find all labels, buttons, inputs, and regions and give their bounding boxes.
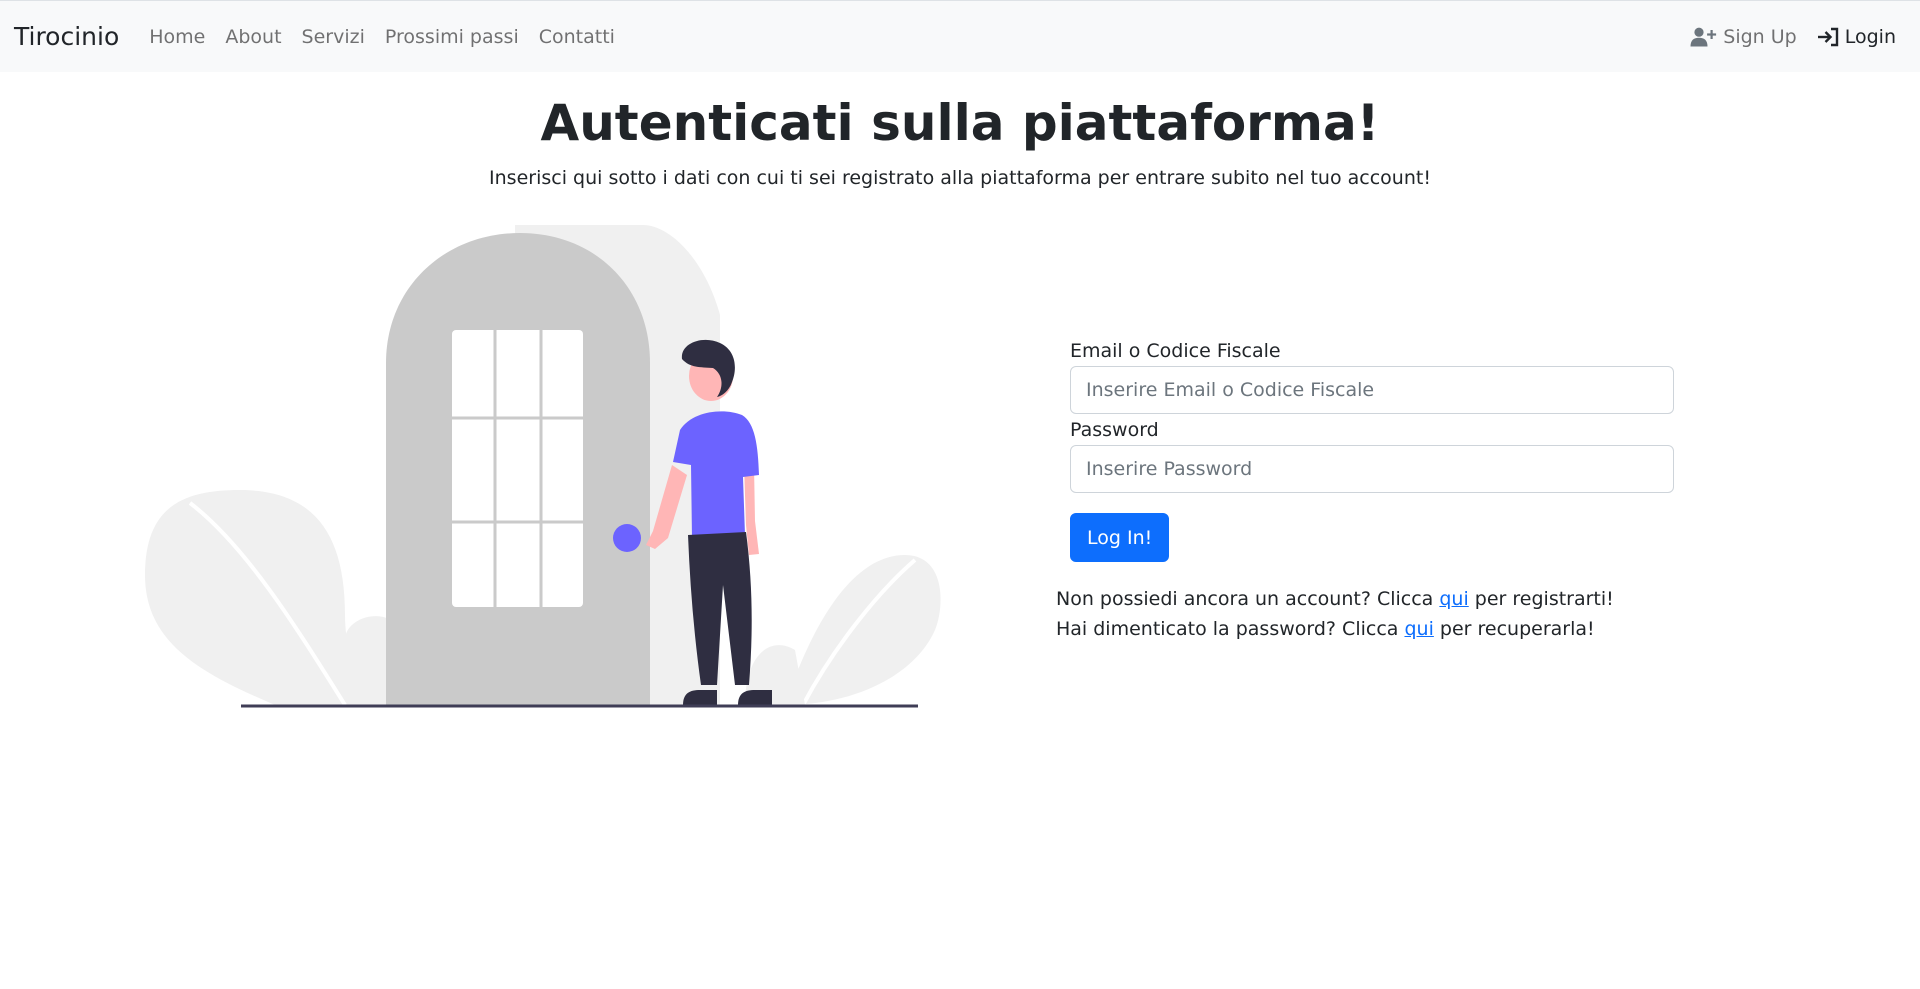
page-title: Autenticati sulla piattaforma! xyxy=(540,94,1380,152)
register-link[interactable]: qui xyxy=(1439,588,1468,610)
page-subtitle: Inserisci qui sotto i dati con cui ti se… xyxy=(489,167,1431,189)
email-label: Email o Codice Fiscale xyxy=(1070,340,1281,362)
nav-auth: Sign Up Login xyxy=(1680,26,1906,48)
nav-link-home[interactable]: Home xyxy=(139,26,215,48)
signup-link[interactable]: Sign Up xyxy=(1680,26,1806,48)
nav-link-prossimi-passi[interactable]: Prossimi passi xyxy=(375,26,529,48)
nav-link-servizi[interactable]: Servizi xyxy=(292,26,375,48)
login-button[interactable]: Log In! xyxy=(1070,513,1170,562)
nav-link-contatti[interactable]: Contatti xyxy=(529,26,625,48)
register-line: Non possiedi ancora un account? Clicca q… xyxy=(1056,584,1614,614)
login-form: Email o Codice Fiscale Password Log In! xyxy=(1070,340,1675,562)
navbar: Tirocinio Home About Servizi Prossimi pa… xyxy=(0,0,1920,72)
recover-line: Hai dimenticato la password? Clicca qui … xyxy=(1056,614,1614,644)
password-label: Password xyxy=(1070,419,1159,441)
person-right-shoe xyxy=(738,690,772,705)
register-prefix: Non possiedi ancora un account? Clicca xyxy=(1056,588,1434,610)
recover-prefix: Hai dimenticato la password? Clicca xyxy=(1056,618,1399,640)
leaf-right xyxy=(785,555,941,705)
sign-in-icon xyxy=(1817,27,1838,46)
email-input[interactable] xyxy=(1070,366,1674,414)
navbar-brand[interactable]: Tirocinio xyxy=(14,22,119,51)
help-text: Non possiedi ancora un account? Clicca q… xyxy=(1056,584,1614,644)
nav-links: Home About Servizi Prossimi passi Contat… xyxy=(139,26,625,48)
signup-label: Sign Up xyxy=(1723,25,1797,48)
door-person-illustration xyxy=(145,225,941,708)
recover-suffix: per recuperarla! xyxy=(1439,618,1595,640)
login-link[interactable]: Login xyxy=(1807,26,1906,48)
register-suffix: per registrarti! xyxy=(1474,588,1614,610)
password-input[interactable] xyxy=(1070,445,1674,493)
recover-link[interactable]: qui xyxy=(1404,618,1433,640)
bush-left xyxy=(345,616,390,705)
door-knob xyxy=(613,524,641,552)
door-window xyxy=(452,330,583,607)
nav-link-about[interactable]: About xyxy=(215,26,291,48)
login-label: Login xyxy=(1844,25,1896,48)
user-plus-icon xyxy=(1690,27,1717,46)
